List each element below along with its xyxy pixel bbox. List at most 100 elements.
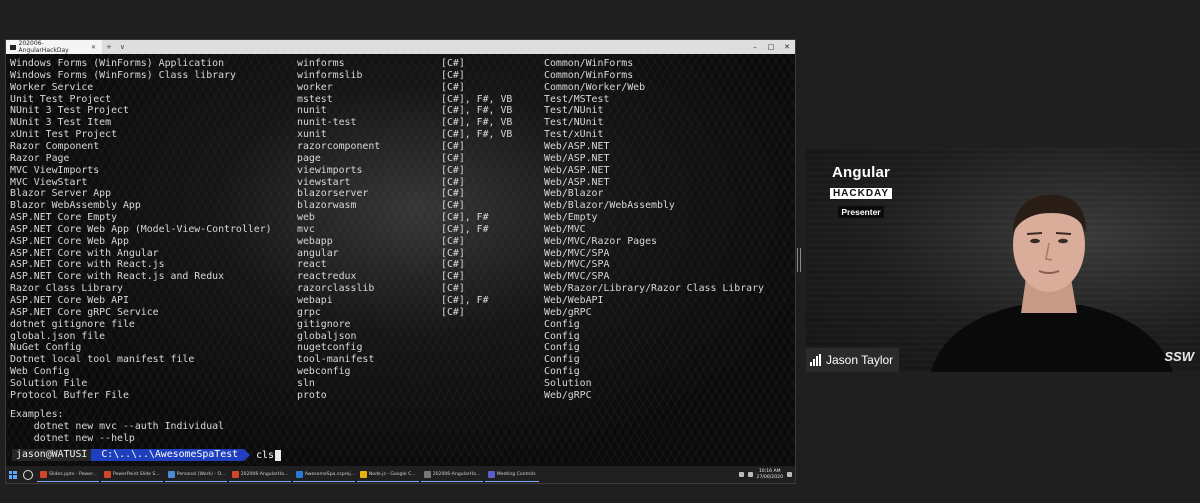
template-language: [C#], F# — [441, 223, 489, 235]
template-short-name: reactredux — [297, 271, 357, 283]
template-language: [C#] — [441, 283, 465, 295]
taskbar-app-button[interactable]: Personal (Work) - O... — [164, 467, 227, 482]
template-short-name: nugetconfig — [297, 342, 363, 354]
template-short-name: grpc — [297, 306, 321, 318]
template-row: MVC ViewStart viewstart [C#] Web/ASP.NET — [10, 177, 790, 189]
taskbar-app-button[interactable]: 202006-AngularHa... — [420, 467, 483, 482]
clock[interactable]: 10:16 AM 27/06/2020 — [757, 469, 783, 480]
template-name: Blazor Server App — [10, 188, 112, 200]
template-language: [C#] — [441, 306, 465, 318]
taskbar-app-button[interactable]: 202006-AngularHa... — [228, 467, 291, 482]
taskbar-app-button[interactable]: Meeting Controls — [484, 467, 539, 482]
examples-heading: Examples: — [10, 409, 64, 420]
windows-start-icon[interactable] — [6, 468, 19, 481]
pane-splitter[interactable] — [797, 248, 801, 272]
template-short-name: webconfig — [297, 366, 351, 378]
template-tags: Web/gRPC — [544, 306, 592, 318]
template-language: [C#], F# — [441, 295, 489, 306]
template-name: Blazor WebAssembly App — [10, 200, 141, 212]
template-name: Razor Component — [10, 140, 100, 152]
terminal-titlebar: 202006-AngularHackDay ✕ + ∨ – □ ✕ — [6, 40, 795, 54]
template-name: Windows Forms (WinForms) Class library — [10, 69, 236, 81]
template-name: xUnit Test Project — [10, 129, 118, 141]
template-row: Razor Page page [C#] Web/ASP.NET — [10, 153, 790, 165]
template-name: ASP.NET Core Web App (Model-View-Control… — [10, 223, 272, 235]
presenter-image — [931, 194, 1173, 372]
template-tags: Common/WinForms — [544, 69, 634, 81]
network-icon[interactable] — [738, 472, 744, 477]
template-tags: Config — [544, 366, 580, 378]
template-row: Worker Service worker [C#] Common/Worker/We… — [10, 82, 790, 94]
template-short-name: winformslib — [297, 69, 363, 81]
template-short-name: blazorwasm — [297, 200, 357, 212]
taskbar-app-button[interactable]: AwesomeSpa.csproj... — [292, 467, 355, 482]
template-row: Unit Test Project mstest [C#], F#, VB Test/… — [10, 94, 790, 106]
window-controls: – □ ✕ — [747, 43, 795, 51]
template-row: xUnit Test Project xunit [C#], F#, VB Test/… — [10, 129, 790, 141]
command-input[interactable]: cls — [256, 450, 274, 461]
taskbar-app-label: Meeting Controls — [496, 471, 536, 477]
notifications-icon[interactable] — [787, 472, 792, 477]
template-row: ASP.NET Core with React.js and Redux reac… — [10, 271, 790, 283]
template-row: ASP.NET Core Empty web [C#], F# Web/Empty — [10, 212, 790, 224]
app-icon — [167, 470, 175, 478]
template-short-name: xunit — [297, 129, 327, 141]
app-icon — [359, 470, 367, 478]
app-icon — [295, 470, 303, 478]
volume-icon[interactable] — [747, 472, 753, 477]
template-tags: Web/WebAPI — [544, 295, 604, 306]
template-tags: Web/gRPC — [544, 389, 592, 401]
terminal-tab[interactable]: 202006-AngularHackDay ✕ — [6, 40, 102, 54]
template-language: [C#], F#, VB — [441, 105, 513, 117]
chevron-down-icon[interactable]: ∨ — [116, 43, 129, 51]
template-tags: Web/MVC/Razor Pages — [544, 235, 657, 247]
app-icon — [40, 470, 47, 478]
template-name: Worker Service — [10, 81, 94, 93]
template-row: MVC ViewImports viewimports [C#] Web/ASP.NE… — [10, 165, 790, 177]
template-name: Protocol Buffer File — [10, 389, 129, 401]
ssw-watermark: SSW — [1164, 349, 1194, 364]
template-name: Razor Class Library — [10, 283, 123, 295]
template-tags: Test/MSTest — [544, 93, 610, 105]
template-short-name: page — [297, 152, 321, 164]
template-short-name: webapi — [297, 295, 333, 306]
template-row: Razor Class Library razorclasslib [C#] Web/… — [10, 283, 790, 295]
template-name: ASP.NET Core with React.js and Redux — [10, 271, 225, 283]
maximize-button[interactable]: □ — [763, 43, 779, 51]
template-name: Dotnet local tool manifest file — [10, 354, 195, 366]
template-row: Windows Forms (WinForms) Class library wi… — [10, 70, 790, 82]
taskbar: Slides.pptx - Power... PowerPoint Slide S… — [6, 466, 795, 483]
taskbar-app-label: 202006-AngularHa... — [240, 471, 289, 477]
minimize-button[interactable]: – — [747, 43, 763, 51]
template-short-name: webapp — [297, 235, 333, 247]
taskbar-app-button[interactable]: PowerPoint Slide S... — [101, 467, 163, 482]
tab-close-icon[interactable]: ✕ — [91, 44, 96, 51]
participant-name-plate: Jason Taylor — [806, 348, 900, 372]
template-language: [C#] — [441, 176, 465, 188]
template-row: Protocol Buffer File proto Web/gRPC — [10, 390, 790, 402]
command-prompt[interactable]: jason@WATUSI C:\..\..\AwesomeSpaTest cls — [12, 449, 281, 461]
template-language: [C#], F# — [441, 212, 489, 224]
terminal-icon — [10, 44, 16, 50]
template-name: ASP.NET Core gRPC Service — [10, 306, 159, 318]
template-row: Dotnet local tool manifest file tool-mani… — [10, 354, 790, 366]
search-icon[interactable] — [23, 469, 33, 480]
template-name: ASP.NET Core with React.js — [10, 259, 165, 271]
example-line: dotnet new mvc --auth Individual — [10, 421, 225, 432]
template-tags: Web/Empty — [544, 212, 598, 224]
presenter-name: Jason Taylor — [826, 353, 894, 367]
taskbar-app-label: Node.js - Google C... — [368, 471, 416, 477]
new-tab-button[interactable]: + — [102, 43, 116, 51]
template-row: global.json file globaljson Config — [10, 331, 790, 343]
shared-screen: 202006-AngularHackDay ✕ + ∨ – □ ✕ Protoc… — [5, 39, 796, 484]
template-name: dotnet gitignore file — [10, 318, 135, 330]
template-row: Solution File sln Solution — [10, 378, 790, 390]
template-name: Web Config — [10, 366, 70, 378]
taskbar-app-button[interactable]: Slides.pptx - Power... — [37, 467, 99, 482]
taskbar-app-button[interactable]: Node.js - Google C... — [356, 467, 419, 482]
example-line: dotnet new --help — [10, 433, 135, 444]
template-short-name: viewimports — [297, 164, 363, 176]
terminal-output[interactable]: Protocol Buffer File proto Web/gRPC Solutio… — [6, 54, 795, 465]
close-button[interactable]: ✕ — [779, 43, 795, 51]
template-tags: Web/Blazor — [544, 188, 604, 200]
